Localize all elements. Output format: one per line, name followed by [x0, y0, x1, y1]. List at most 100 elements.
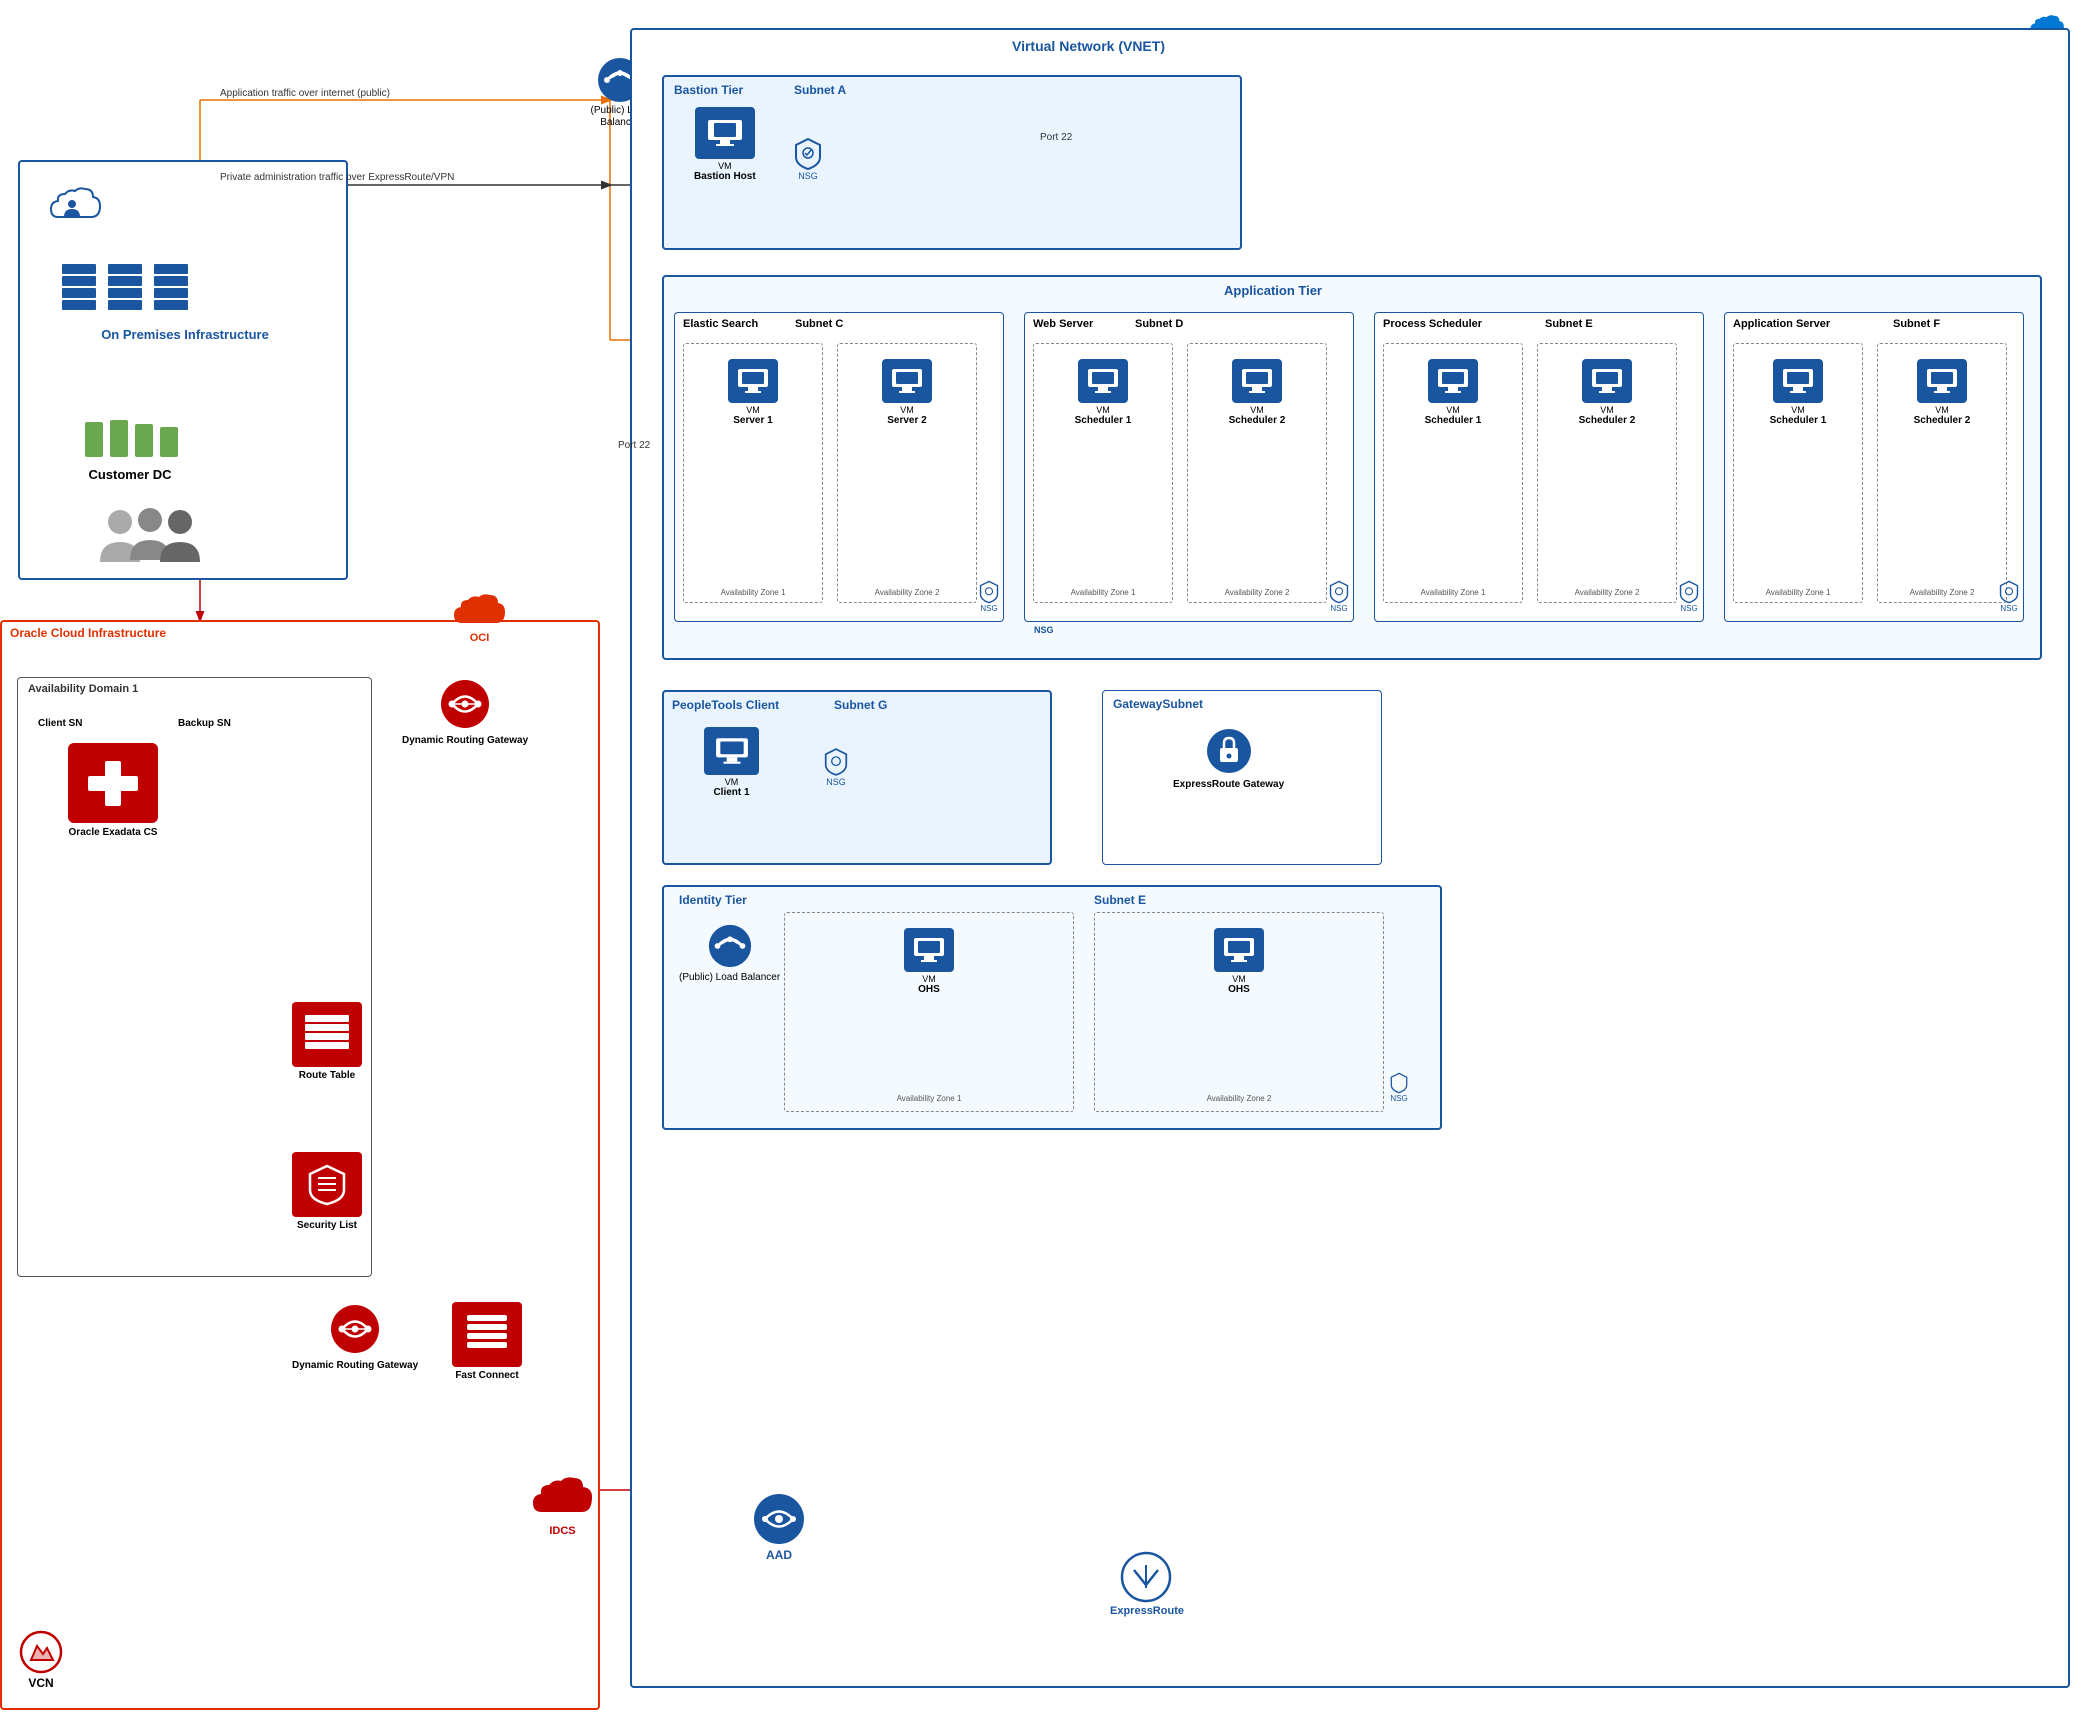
server2-es: Server 2	[887, 415, 926, 426]
vm-label-bastion: VM	[718, 161, 732, 171]
vcn-label: VCN	[28, 1676, 53, 1690]
security-list-icon	[304, 1162, 350, 1208]
app-traffic-label: Application traffic over internet (publi…	[220, 88, 390, 99]
fast-connect-icon	[463, 1311, 511, 1359]
on-prem-cloud-icon	[50, 182, 110, 227]
route-table-icon	[302, 1012, 352, 1057]
az2-web: Availability Zone 2	[1225, 588, 1290, 597]
web-subnet: Subnet D	[1135, 318, 1183, 330]
port22-label-2: Port 22	[618, 440, 650, 451]
expressroute-svg-icon	[1119, 1550, 1174, 1605]
web-server-box: Web Server Subnet D VM Scheduler 1 Avail…	[1024, 312, 1354, 622]
az2-identity: Availability Zone 2	[1207, 1094, 1272, 1103]
nsg-app-tier-top: NSG	[1034, 625, 1054, 635]
ptools-subnet: Subnet G	[834, 698, 887, 712]
diagram-container: Azure	[0, 0, 2085, 1729]
identity-tier-title: Identity Tier	[679, 893, 747, 907]
vcn-icon	[17, 1628, 65, 1676]
users-icon	[90, 502, 210, 572]
process-scheduler-box: Process Scheduler Subnet E VM Scheduler …	[1374, 312, 1704, 622]
bastion-subnet-label: Subnet A	[794, 83, 846, 97]
aad-label: AAD	[766, 1548, 792, 1562]
az1-identity: Availability Zone 1	[897, 1094, 962, 1103]
web-title: Web Server	[1033, 318, 1093, 330]
private-admin-label: Private administration traffic over Expr…	[220, 172, 454, 183]
fast-connect: Fast Connect	[452, 1302, 522, 1381]
oci-cloud-icon	[452, 590, 507, 632]
nsg-es: NSG	[980, 604, 997, 613]
vcn-icon-area: VCN	[17, 1628, 65, 1690]
gateway-subnet-box: GatewaySubnet ExpressRoute Gateway	[1102, 690, 1382, 865]
az2-proc: Availability Zone 2	[1575, 588, 1640, 597]
gateway-subnet-title: GatewaySubnet	[1113, 697, 1203, 711]
expressroute-label: ExpressRoute	[1110, 1605, 1184, 1617]
client1-label: Client 1	[713, 787, 749, 798]
nsg-web: NSG	[1330, 604, 1347, 613]
idcs-icon: IDCS	[530, 1470, 595, 1537]
appserv-title: Application Server	[1733, 318, 1830, 330]
route-table-label: Route Table	[299, 1070, 355, 1081]
appserv-subnet: Subnet F	[1893, 318, 1940, 330]
idcs-label: IDCS	[549, 1525, 575, 1537]
oracle-exadata-icon	[83, 756, 143, 811]
expressroute-gw-label: ExpressRoute Gateway	[1173, 779, 1284, 790]
server-rack-icon-2	[106, 262, 144, 317]
identity-lb-label: (Public) Load Balancer	[679, 972, 780, 984]
nsg-as: NSG	[2000, 604, 2017, 613]
aad-icon: AAD	[750, 1490, 808, 1562]
security-list-label: Security List	[297, 1220, 357, 1231]
az2-es: Availability Zone 2	[875, 588, 940, 597]
client-sn-label: Client SN	[38, 718, 82, 729]
az2-as: Availability Zone 2	[1910, 588, 1975, 597]
vm-es1: VM	[746, 405, 760, 415]
bastion-nsg-icon	[794, 137, 822, 171]
proc-title: Process Scheduler	[1383, 318, 1482, 330]
oci-cloud-label: OCI	[470, 632, 490, 644]
az1-as: Availability Zone 1	[1766, 588, 1831, 597]
identity-subnet-label: Subnet E	[1094, 893, 1146, 907]
route-table: Route Table	[292, 1002, 362, 1081]
az1-web: Availability Zone 1	[1071, 588, 1136, 597]
backup-sn-label: Backup SN	[178, 718, 231, 729]
bastion-vm-icon	[706, 118, 744, 148]
nsg-proc: NSG	[1680, 604, 1697, 613]
sched2-proc: Scheduler 2	[1579, 415, 1636, 426]
bastion-host-label: Bastion Host	[694, 171, 756, 182]
expressroute-icon: ExpressRoute	[1110, 1550, 1184, 1617]
bastion-nsg-label: NSG	[798, 171, 818, 181]
on-premises-box: On Premises Infrastructure Customer DC	[18, 160, 348, 580]
ptools-box: PeopleTools Client Subnet G VM Client 1 …	[662, 690, 1052, 865]
port22-label-1: Port 22	[1040, 132, 1072, 143]
customer-dc-icon	[80, 402, 180, 467]
server1-es: Server 1	[733, 415, 772, 426]
proc-subnet: Subnet E	[1545, 318, 1593, 330]
vm-es2: VM	[900, 405, 914, 415]
aad-svg-icon	[750, 1490, 808, 1548]
elastic-title: Elastic Search	[683, 318, 758, 330]
customer-dc-label: Customer DC	[88, 467, 171, 482]
fast-connect-label: Fast Connect	[455, 1370, 518, 1381]
expressroute-gw-icon	[1204, 726, 1254, 776]
vnet-title: Virtual Network (VNET)	[1012, 38, 1165, 54]
bastion-tier-title: Bastion Tier	[674, 83, 743, 97]
sched1-proc: Scheduler 1	[1425, 415, 1482, 426]
sched1-as: Scheduler 1	[1770, 415, 1827, 426]
bastion-tier-box: Bastion Tier Subnet A VM Bastion Host	[662, 75, 1242, 250]
sched1-web: Scheduler 1	[1075, 415, 1132, 426]
oracle-exadata-label: Oracle Exadata CS	[69, 827, 158, 838]
nsg-identity: NSG	[1390, 1094, 1407, 1103]
idcs-cloud-icon	[530, 1470, 595, 1525]
on-premises-title: On Premises Infrastructure	[45, 327, 325, 342]
oci-box-title: Oracle Cloud Infrastructure	[10, 626, 166, 640]
sched2-as: Scheduler 2	[1914, 415, 1971, 426]
vnet-box: Virtual Network (VNET) Bastion Tier Subn…	[630, 28, 2070, 1688]
oci-box: Oracle Cloud Infrastructure OCI Availabi…	[0, 620, 600, 1710]
server-rack-icon-3	[152, 262, 190, 317]
drg-bottom-label: Dynamic Routing Gateway	[292, 1360, 418, 1371]
ohs1-label: OHS	[918, 984, 940, 995]
app-tier-title: Application Tier	[1224, 283, 1322, 298]
app-server-box: Application Server Subnet F VM Scheduler…	[1724, 312, 2024, 622]
drg-top-icon	[438, 677, 493, 732]
security-list: Security List	[292, 1152, 362, 1231]
az1-es: Availability Zone 1	[721, 588, 786, 597]
